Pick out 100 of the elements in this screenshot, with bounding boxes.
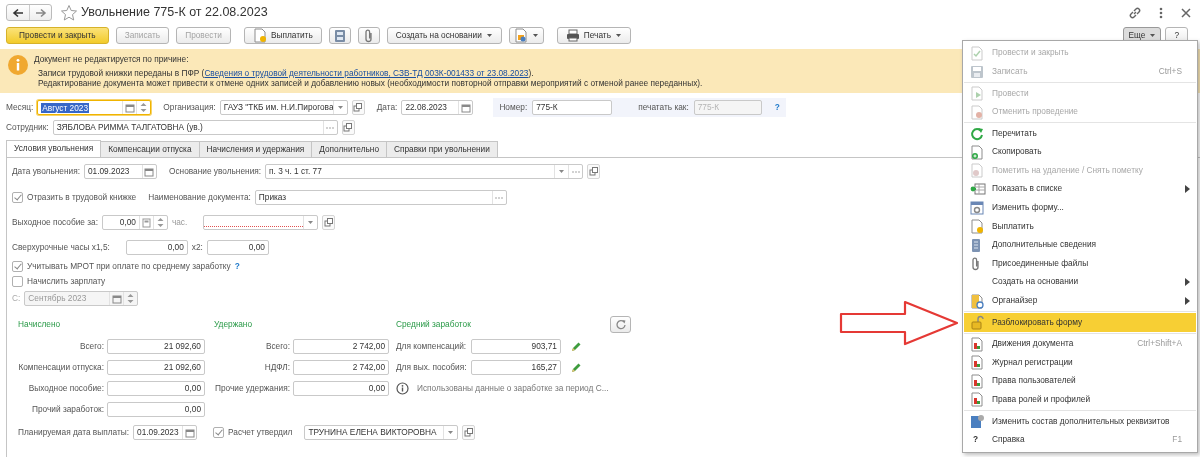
pencil-icon[interactable]	[570, 340, 582, 353]
input-field[interactable]: 0,00	[125, 240, 188, 255]
input-field[interactable]: Приказ	[254, 190, 507, 205]
input-field[interactable]: 0,00	[206, 240, 269, 255]
menu-item[interactable]: Органайзер	[964, 291, 1196, 311]
calendar-icon[interactable]	[111, 293, 122, 304]
toolbar-button[interactable]: Выплатить	[243, 27, 322, 44]
back-icon[interactable]	[12, 7, 24, 18]
open-icon[interactable]	[463, 428, 474, 437]
input-field[interactable]: 903,71	[471, 339, 561, 354]
checkbox[interactable]	[12, 261, 23, 272]
calendar-icon[interactable]	[460, 102, 471, 113]
caret-icon[interactable]	[307, 219, 315, 226]
input-field[interactable]: 775-К	[532, 100, 613, 115]
toolbar-button[interactable]: Провести и закрыть	[6, 27, 109, 44]
input-field[interactable]: ЗЯБЛОВА РИММА ТАЛГАТОВНА (ув.)	[52, 120, 338, 135]
input-field[interactable]: ГАУЗ "ТКБ им. Н.И.Пирогова	[219, 100, 348, 115]
toolbar-button[interactable]	[328, 27, 351, 44]
open-icon[interactable]	[323, 218, 334, 227]
refresh-button[interactable]	[610, 316, 631, 333]
menu-item[interactable]: Движения документа Ctrl+Shift+A	[964, 334, 1196, 354]
document-link[interactable]: Сведения о трудовой деятельности работников, СЗВ-ТД 003К-001433 от 23.08.2023	[204, 67, 529, 78]
input-field[interactable]: п. 3 ч. 1 ст. 77	[265, 164, 584, 179]
checkbox[interactable]	[213, 427, 225, 438]
calendar-icon[interactable]	[184, 427, 195, 438]
menu-item[interactable]: Права ролей и профилей	[964, 390, 1196, 410]
checkbox[interactable]	[12, 276, 23, 287]
checkbox[interactable]	[12, 192, 23, 203]
field-label: Дата:	[376, 102, 398, 113]
caret-icon[interactable]	[558, 168, 566, 175]
menu-item[interactable]: Выплатить	[964, 217, 1196, 236]
report-icon	[970, 392, 984, 408]
report-icon	[970, 355, 984, 371]
input-field[interactable]: 775-К	[694, 101, 761, 114]
field-label: Основание увольнения:	[168, 166, 262, 177]
toolbar-button[interactable]	[508, 27, 544, 44]
refresh-icon[interactable]	[615, 319, 626, 330]
input-field[interactable]: 0,00	[107, 402, 205, 417]
open-icon[interactable]	[588, 167, 599, 176]
input-field[interactable]: 0,00	[293, 381, 389, 396]
menu-item[interactable]: Дополнительные сведения	[964, 235, 1196, 255]
tab[interactable]: Начисления и удержания	[198, 141, 313, 157]
input-field[interactable]: 0,00	[107, 381, 205, 396]
tab[interactable]: Дополнительно	[311, 141, 387, 157]
menu-item[interactable]: Права пользователей	[964, 372, 1196, 391]
field-label: Наименование документа:	[148, 192, 251, 203]
toolbar-button[interactable]	[357, 27, 380, 44]
shortcut-label: Ctrl+Shift+A	[1137, 339, 1183, 350]
input-field[interactable]: Август 2023	[37, 100, 152, 115]
toolbar-button[interactable]: Печать	[556, 27, 631, 44]
menu-item[interactable]: Разблокировать форму	[964, 313, 1196, 332]
forward-icon[interactable]	[34, 7, 47, 18]
menu-item[interactable]: Изменить форму...	[964, 198, 1196, 218]
menu-item[interactable]: Показать в списке	[964, 180, 1196, 199]
help-link[interactable]: ?	[234, 261, 240, 272]
spin-icon[interactable]	[156, 218, 164, 227]
more-icon[interactable]	[1158, 5, 1164, 20]
input-field[interactable]	[203, 215, 319, 230]
input-field[interactable]: 2 742,00	[293, 360, 389, 375]
input-field[interactable]: 01.09.2023	[83, 164, 157, 179]
menu-item[interactable]: Скопировать	[964, 142, 1196, 162]
caret-icon[interactable]	[447, 429, 455, 436]
open-icon[interactable]	[343, 123, 354, 132]
input-field[interactable]: 01.09.2023	[133, 425, 198, 440]
pencil-icon[interactable]	[570, 361, 582, 374]
input-field[interactable]: 0,00	[101, 215, 168, 230]
report-icon	[970, 336, 984, 352]
menu-item[interactable]: Присоединенные файлы	[964, 254, 1196, 274]
calendar-icon[interactable]	[144, 166, 155, 177]
menu-item[interactable]: Создать на основании	[964, 273, 1196, 292]
paperclip-icon	[970, 256, 982, 271]
toolbar-button[interactable]: Создать на основании	[386, 27, 502, 44]
help-link[interactable]: ?	[774, 102, 780, 113]
open-icon[interactable]	[353, 103, 364, 112]
menu-item[interactable]: Журнал регистрации	[964, 353, 1196, 373]
calculator-icon[interactable]	[141, 217, 151, 228]
input-field[interactable]: ТРУНИНА ЕЛЕНА ВИКТОРОВНА	[304, 425, 459, 440]
input-field[interactable]: 21 092,60	[107, 339, 205, 354]
star-icon[interactable]	[60, 3, 78, 22]
menu-item[interactable]: Перечитать	[964, 124, 1196, 143]
calendar-icon[interactable]	[124, 102, 135, 113]
section-heading: Средний заработок	[395, 319, 472, 330]
field-label: НДФЛ:	[263, 362, 290, 373]
spin-icon[interactable]	[127, 294, 135, 303]
close-icon[interactable]	[1180, 6, 1192, 19]
section-heading: Начислено	[18, 319, 62, 330]
link-icon[interactable]	[1128, 5, 1142, 20]
input-field[interactable]: 21 092,60	[107, 360, 205, 375]
input-field[interactable]: 165,27	[471, 360, 561, 375]
tab[interactable]: Компенсации отпуска	[100, 141, 200, 157]
notice-text: Редактирование документа может привести к отмене одних записей и добавлению новых (необходимости повторной отправки мероприятий с отменой ранее переданных).	[37, 78, 703, 89]
menu-item[interactable]: ? Справка F1	[964, 430, 1196, 450]
spin-icon[interactable]	[140, 103, 148, 112]
caret-icon	[615, 32, 622, 39]
input-field[interactable]: 22.08.2023	[401, 100, 474, 115]
tab[interactable]: Справки при увольнении	[386, 141, 498, 157]
menu-item[interactable]: Изменить состав дополнительных реквизитов	[964, 412, 1196, 431]
input-field[interactable]: 2 742,00	[293, 339, 389, 354]
caret-icon[interactable]	[336, 104, 344, 111]
tab[interactable]: Условия увольнения	[6, 140, 102, 157]
